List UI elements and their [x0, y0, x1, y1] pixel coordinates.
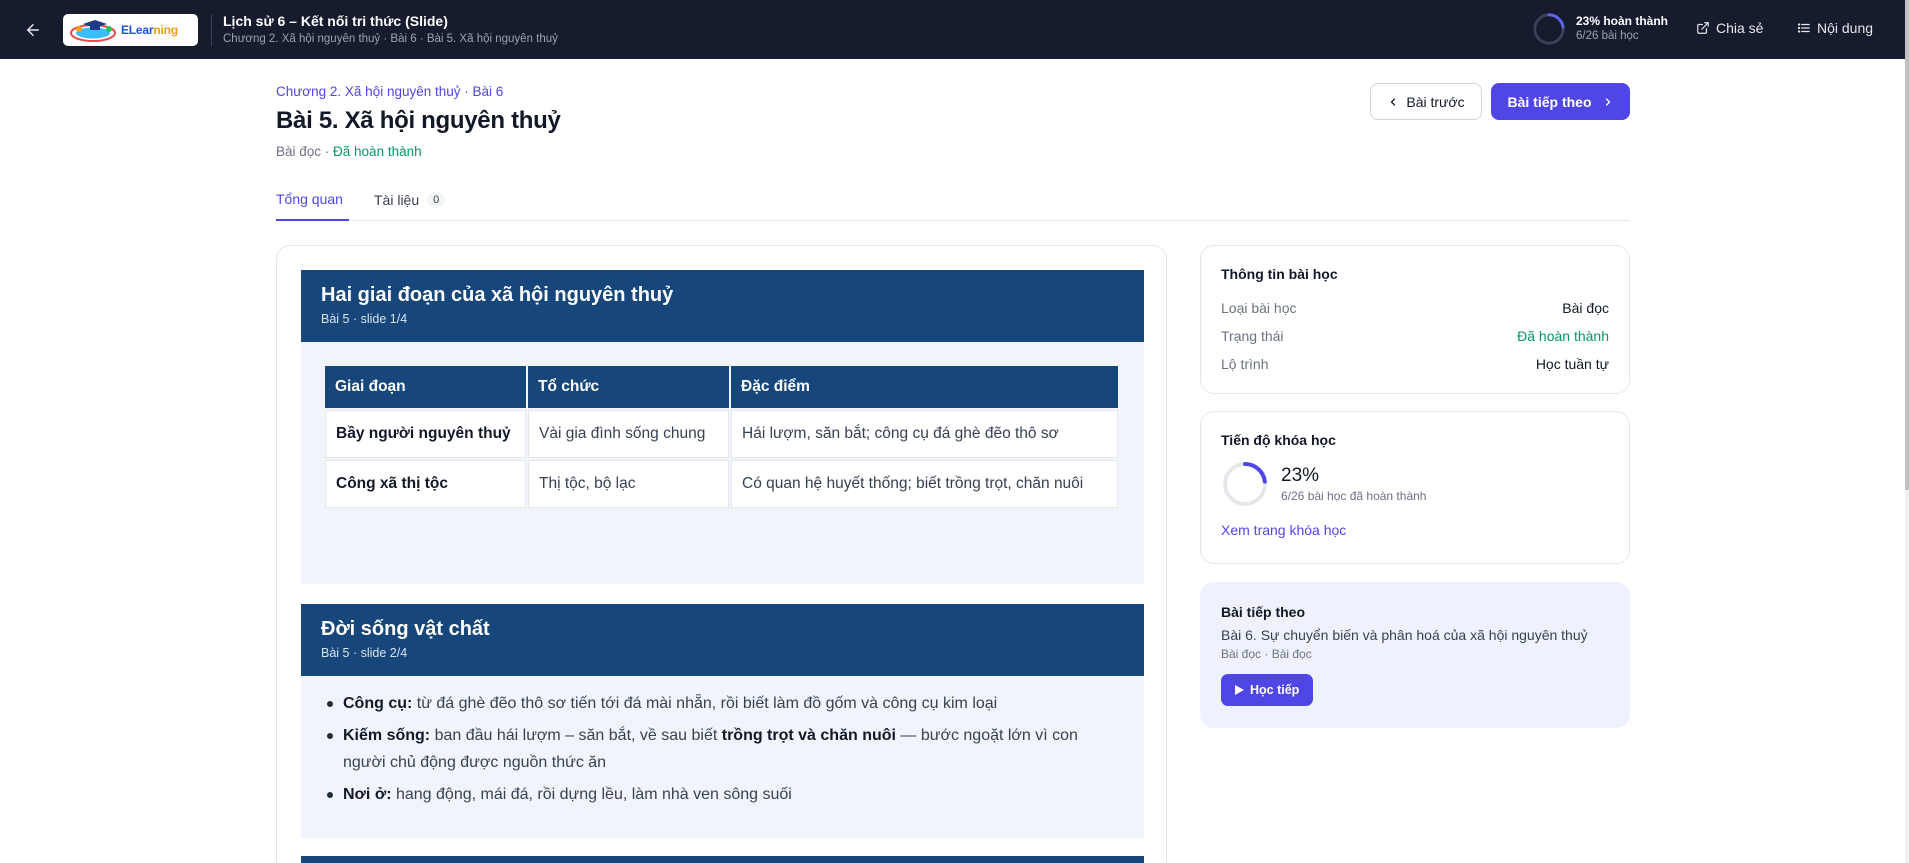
- logo-graduation-cap-icon: [69, 17, 127, 43]
- logo-text: ELearning: [121, 23, 178, 37]
- facts-list: Công cụ: từ đá ghè đẽo thô sơ tiến tới đ…: [323, 690, 1123, 813]
- progress-count: 6/26 bài học đã hoàn thành: [1281, 489, 1427, 503]
- progress-ring-icon: [1223, 462, 1267, 506]
- slide-subtitle: Bài 5 · slide 2/4: [321, 646, 408, 660]
- progress-percent: 23%: [1281, 465, 1320, 486]
- view-course-link[interactable]: Xem trang khóa học: [1221, 522, 1609, 538]
- table-header-row: Giai đoạn Tổ chức Đặc điểm: [325, 366, 1118, 408]
- slide-2: Đời sống vật chất Bài 5 · slide 2/4 Công…: [301, 604, 1144, 838]
- table-cell: Hái lượm, săn bắt; công cụ đá ghè đẽo th…: [731, 410, 1118, 458]
- lesson-status: Đã hoàn thành: [333, 144, 422, 159]
- info-row-type: Loại bài học Bài đọc: [1221, 300, 1609, 316]
- top-progress: 23% hoàn thành 6/26 bài học: [1532, 12, 1668, 46]
- chevron-left-icon: [1391, 97, 1396, 106]
- info-row-path: Lộ trình Học tuần tự: [1221, 356, 1609, 372]
- next-lesson-heading: Bài tiếp theo: [1221, 604, 1306, 620]
- page-scrollbar-thumb[interactable]: [1905, 0, 1909, 490]
- list-item: Kiếm sống: ban đầu hái lượm – săn bắt, v…: [323, 722, 1123, 776]
- share-button[interactable]: Chia sẻ: [1696, 20, 1763, 36]
- top-bar: ELearning Lịch sử 6 – Kết nối tri thức (…: [0, 0, 1905, 59]
- breadcrumb[interactable]: Chương 2. Xã hội nguyên thuỷ · Bài 6: [276, 84, 503, 99]
- table-cell: Thị tộc, bộ lạc: [528, 460, 729, 508]
- chevron-right-icon: [1605, 97, 1610, 106]
- next-lesson-button[interactable]: Bài tiếp theo: [1491, 83, 1630, 120]
- lesson-meta: Bài đọc · Đã hoàn thành: [276, 144, 422, 159]
- lesson-type: Bài đọc: [276, 144, 322, 159]
- share-icon: [1697, 22, 1709, 34]
- page-title: Bài 5. Xã hội nguyên thuỷ: [276, 107, 561, 134]
- table-header: Đặc điểm: [731, 366, 1118, 408]
- list-item: Nơi ở: hang động, mái đá, rồi dựng lều, …: [323, 781, 1123, 808]
- slide-title: Đời sống vật chất: [321, 618, 490, 640]
- elearning-logo[interactable]: ELearning: [63, 14, 198, 46]
- course-progress-card: Tiến độ khóa học 23% 6/26 bài học đã hoà…: [1200, 411, 1630, 564]
- progress-ring-icon: [1533, 13, 1565, 45]
- tab-overview[interactable]: Tổng quan: [276, 179, 349, 221]
- table-row: Công xã thị tộc Thị tộc, bộ lạc Có quan …: [325, 460, 1118, 508]
- slide-3-header: [301, 856, 1144, 863]
- slides-card: Hai giai đoạn của xã hội nguyên thuỷ Bài…: [276, 245, 1167, 863]
- next-lesson-card: Bài tiếp theo Bài 6. Sự chuyển biến và p…: [1200, 582, 1630, 728]
- table-row: Bầy người nguyên thuỷ Vài gia đình sống …: [325, 410, 1118, 458]
- list-icon: [1797, 23, 1810, 33]
- course-header: Lịch sử 6 – Kết nối tri thức (Slide) Chư…: [223, 13, 558, 47]
- lesson-info-heading: Thông tin bài học: [1221, 266, 1338, 282]
- next-lesson-title: Bài 6. Sự chuyển biến và phân hoá của xã…: [1221, 627, 1588, 643]
- stages-table: Giai đoạn Tổ chức Đặc điểm Bầy người ngu…: [323, 364, 1120, 510]
- continue-button[interactable]: Học tiếp: [1221, 674, 1314, 706]
- previous-lesson-button[interactable]: Bài trước: [1370, 83, 1482, 120]
- table-cell: Vài gia đình sống chung: [528, 410, 729, 458]
- back-arrow-icon[interactable]: [20, 17, 46, 43]
- course-progress-heading: Tiến độ khóa học: [1221, 432, 1336, 448]
- course-progress: 23% 6/26 bài học đã hoàn thành: [1221, 460, 1609, 508]
- slide-title: Hai giai đoạn của xã hội nguyên thuỷ: [321, 284, 674, 306]
- next-lesson-meta: Bài đọc · Bài đọc: [1221, 647, 1312, 661]
- table-cell: Bầy người nguyên thuỷ: [325, 410, 526, 458]
- documents-count-badge: 0: [427, 192, 446, 208]
- play-icon: [1235, 685, 1244, 695]
- slide-header: Hai giai đoạn của xã hội nguyên thuỷ Bài…: [301, 270, 1144, 342]
- course-path: Chương 2. Xã hội nguyên thuỷ · Bài 6 · B…: [223, 33, 558, 45]
- progress-count-label: 6/26 bài học: [1576, 30, 1639, 42]
- slide-header: Đời sống vật chất Bài 5 · slide 2/4: [301, 604, 1144, 676]
- info-row-status: Trạng thái Đã hoàn thành: [1221, 328, 1609, 344]
- table-header: Tổ chức: [528, 366, 729, 408]
- table-header: Giai đoạn: [325, 366, 526, 408]
- lesson-tabs: Tổng quan Tài liệu 0: [276, 179, 1630, 221]
- lesson-info-card: Thông tin bài học Loại bài học Bài đọc T…: [1200, 245, 1630, 394]
- list-item: Công cụ: từ đá ghè đẽo thô sơ tiến tới đ…: [323, 690, 1123, 717]
- table-cell: Có quan hệ huyết thống; biết trồng trọt,…: [731, 460, 1118, 508]
- tab-documents[interactable]: Tài liệu 0: [374, 179, 446, 221]
- progress-percent-label: 23% hoàn thành: [1576, 14, 1669, 28]
- table-cell: Công xã thị tộc: [325, 460, 526, 508]
- slide-1: Hai giai đoạn của xã hội nguyên thuỷ Bài…: [301, 270, 1144, 584]
- topbar-divider: [211, 14, 212, 46]
- content-menu-button[interactable]: Nội dung: [1797, 20, 1873, 36]
- slide-subtitle: Bài 5 · slide 1/4: [321, 312, 408, 326]
- course-title: Lịch sử 6 – Kết nối tri thức (Slide): [223, 13, 448, 29]
